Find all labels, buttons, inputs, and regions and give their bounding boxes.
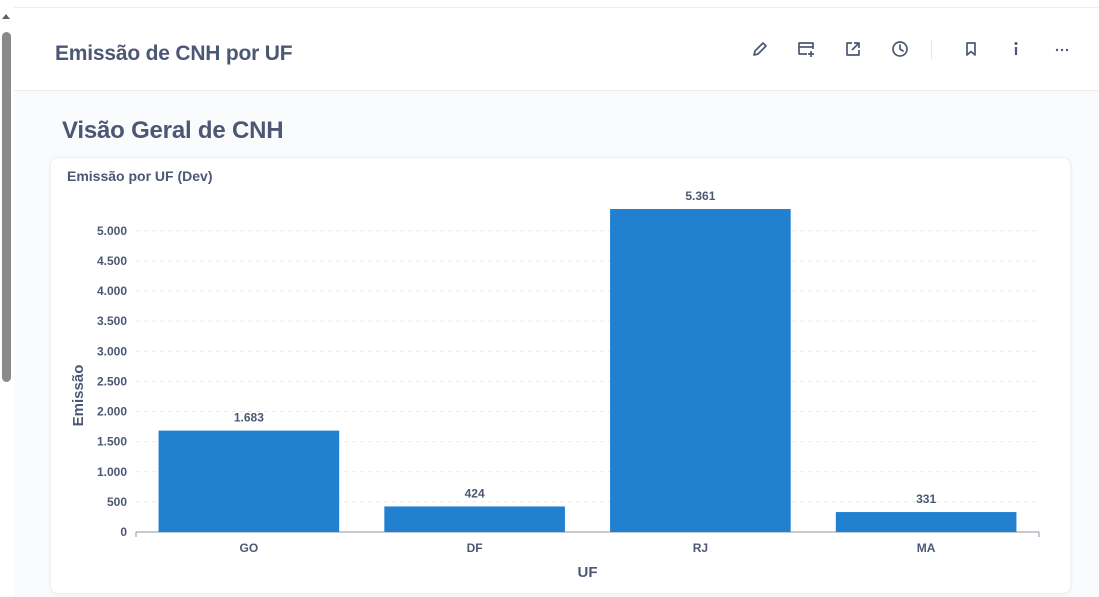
bar[interactable]: [835, 512, 1017, 532]
y-tick-label: 3.500: [97, 314, 127, 328]
scrollbar[interactable]: [0, 0, 14, 597]
bar-value-label: 1.683: [234, 411, 264, 425]
dashboard-header: Emissão de CNH por UF: [14, 8, 1099, 91]
bar[interactable]: [158, 430, 340, 532]
bookmark-icon: [966, 42, 976, 56]
y-axis-title: Emissão: [70, 365, 87, 427]
x-tick-label: RJ: [693, 541, 708, 555]
chart-card[interactable]: Emissão por UF (Dev) 0 500 1.000 1.500 2.000…: [50, 157, 1071, 594]
bookmark-button[interactable]: [958, 36, 984, 62]
y-tick-label: 4.000: [97, 284, 127, 298]
y-tick-label: 4.500: [97, 254, 127, 268]
add-to-dashboard-icon: [798, 42, 814, 57]
y-tick-label: 2.000: [97, 405, 127, 419]
bar[interactable]: [384, 506, 565, 532]
add-to-dashboard-button[interactable]: [793, 36, 819, 62]
x-tick-label: DF: [467, 541, 483, 555]
history-button[interactable]: [887, 36, 913, 62]
edit-button[interactable]: [747, 36, 773, 62]
bar-value-label: 5.361: [685, 189, 715, 203]
y-tick-label: 3.000: [97, 344, 127, 358]
info-icon: [1014, 42, 1018, 55]
dashboard-toolbar: [739, 36, 1099, 62]
history-icon: [892, 41, 908, 57]
share-icon: [846, 42, 860, 56]
bar[interactable]: [610, 209, 791, 532]
x-axis-title: UF: [578, 564, 598, 581]
dashboard-canvas: Visão Geral de CNH Emissão por UF (Dev) …: [14, 91, 1099, 597]
section-heading: Visão Geral de CNH: [62, 117, 284, 144]
y-tick-label: 500: [107, 495, 127, 509]
info-button[interactable]: [1003, 36, 1029, 62]
scroll-up-arrow-icon[interactable]: [2, 14, 10, 19]
y-tick-label: 0: [120, 525, 127, 539]
toolbar-divider: [931, 40, 932, 60]
y-tick-label: 5.000: [97, 224, 127, 238]
more-options-button[interactable]: [1049, 36, 1075, 62]
x-tick-label: GO: [240, 541, 259, 555]
more-icon: [1055, 48, 1069, 52]
dashboard-title[interactable]: Emissão de CNH por UF: [55, 42, 293, 66]
y-tick-label: 1.500: [97, 435, 127, 449]
bar-value-label: 331: [916, 492, 936, 506]
x-tick-label: MA: [917, 541, 936, 555]
y-tick-label: 1.000: [97, 465, 127, 479]
pencil-icon: [753, 42, 767, 56]
bar-chart: 0 500 1.000 1.500 2.000 2.500 3.000 3.500 4.000 4…: [70, 189, 1040, 581]
share-button[interactable]: [840, 36, 866, 62]
y-tick-label: 2.500: [97, 374, 127, 388]
bar-value-label: 424: [465, 486, 485, 500]
scrollbar-thumb[interactable]: [2, 32, 11, 382]
